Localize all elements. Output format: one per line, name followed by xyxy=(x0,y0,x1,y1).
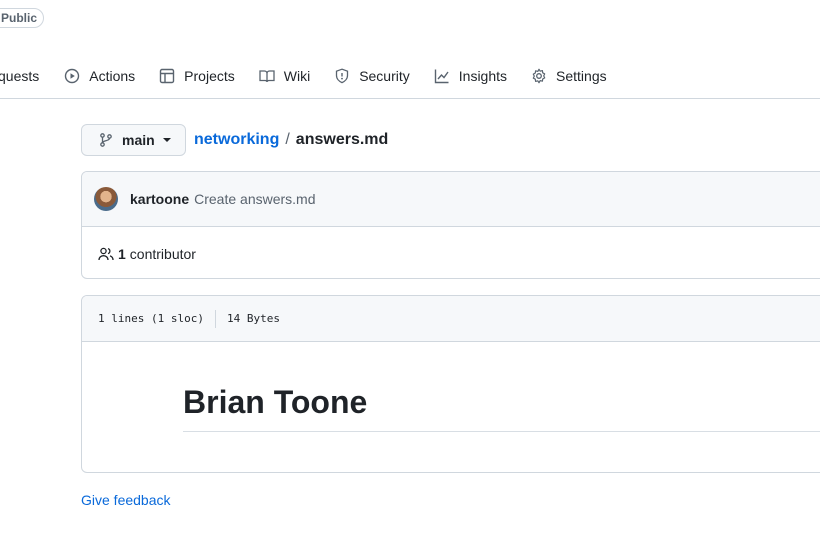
branch-selector-button[interactable]: main xyxy=(81,124,186,156)
tab-actions[interactable]: Actions xyxy=(64,60,135,92)
commit-row: kartoone Create answers.md xyxy=(82,172,820,227)
tab-label: Actions xyxy=(89,68,136,84)
tab-label: Security xyxy=(359,68,410,84)
graph-icon xyxy=(434,68,450,84)
tab-security[interactable]: Security xyxy=(334,60,410,92)
caret-down-icon xyxy=(162,138,171,142)
gear-icon xyxy=(531,68,547,84)
play-icon xyxy=(64,68,80,84)
give-feedback-link[interactable]: Give feedback xyxy=(81,492,171,508)
nav-divider xyxy=(0,98,820,99)
contributor-count: 1 xyxy=(118,245,126,262)
commit-author-link[interactable]: kartoone xyxy=(130,191,189,207)
tab-pull-requests[interactable]: quests xyxy=(0,60,39,92)
git-branch-icon xyxy=(98,132,114,148)
table-icon xyxy=(159,68,175,84)
commit-message-link[interactable]: Create answers.md xyxy=(194,191,315,207)
avatar[interactable] xyxy=(94,187,118,211)
file-info-bar: 1 lines (1 sloc) 14 Bytes xyxy=(82,296,820,342)
file-size: 14 Bytes xyxy=(226,312,280,325)
heading-underline xyxy=(183,431,820,432)
tab-label: Settings xyxy=(556,68,607,84)
tab-label: quests xyxy=(0,68,40,84)
repo-nav: quests Actions Projects Wiki Security In… xyxy=(0,58,607,94)
file-info-divider xyxy=(214,309,216,328)
contributor-label: contributor xyxy=(129,245,196,262)
book-icon xyxy=(259,68,275,84)
file-viewer: 1 lines (1 sloc) 14 Bytes Brian Toone xyxy=(81,295,820,473)
tab-projects[interactable]: Projects xyxy=(159,60,235,92)
tab-settings[interactable]: Settings xyxy=(531,60,607,92)
tab-label: Projects xyxy=(184,68,235,84)
file-line-count: 1 lines (1 sloc) xyxy=(98,312,204,325)
markdown-heading: Brian Toone xyxy=(183,384,368,420)
repo-header: Public xyxy=(0,0,820,38)
tab-wiki[interactable]: Wiki xyxy=(259,60,310,92)
people-icon xyxy=(98,246,114,262)
branch-name: main xyxy=(122,132,155,148)
latest-commit-box: kartoone Create answers.md 1 contributor xyxy=(81,171,820,279)
markdown-body: Brian Toone xyxy=(82,342,820,472)
breadcrumb-repo-link[interactable]: networking xyxy=(194,130,279,150)
visibility-badge: Public xyxy=(0,8,45,28)
tab-label: Wiki xyxy=(283,68,311,84)
breadcrumb-separator: / xyxy=(285,131,290,148)
tab-label: Insights xyxy=(458,68,508,84)
contributors-row[interactable]: 1 contributor xyxy=(82,227,820,278)
tab-insights[interactable]: Insights xyxy=(434,60,507,92)
shield-icon xyxy=(334,68,350,84)
breadcrumb-file-name: answers.md xyxy=(295,131,389,148)
breadcrumb: networking / answers.md xyxy=(194,130,388,150)
